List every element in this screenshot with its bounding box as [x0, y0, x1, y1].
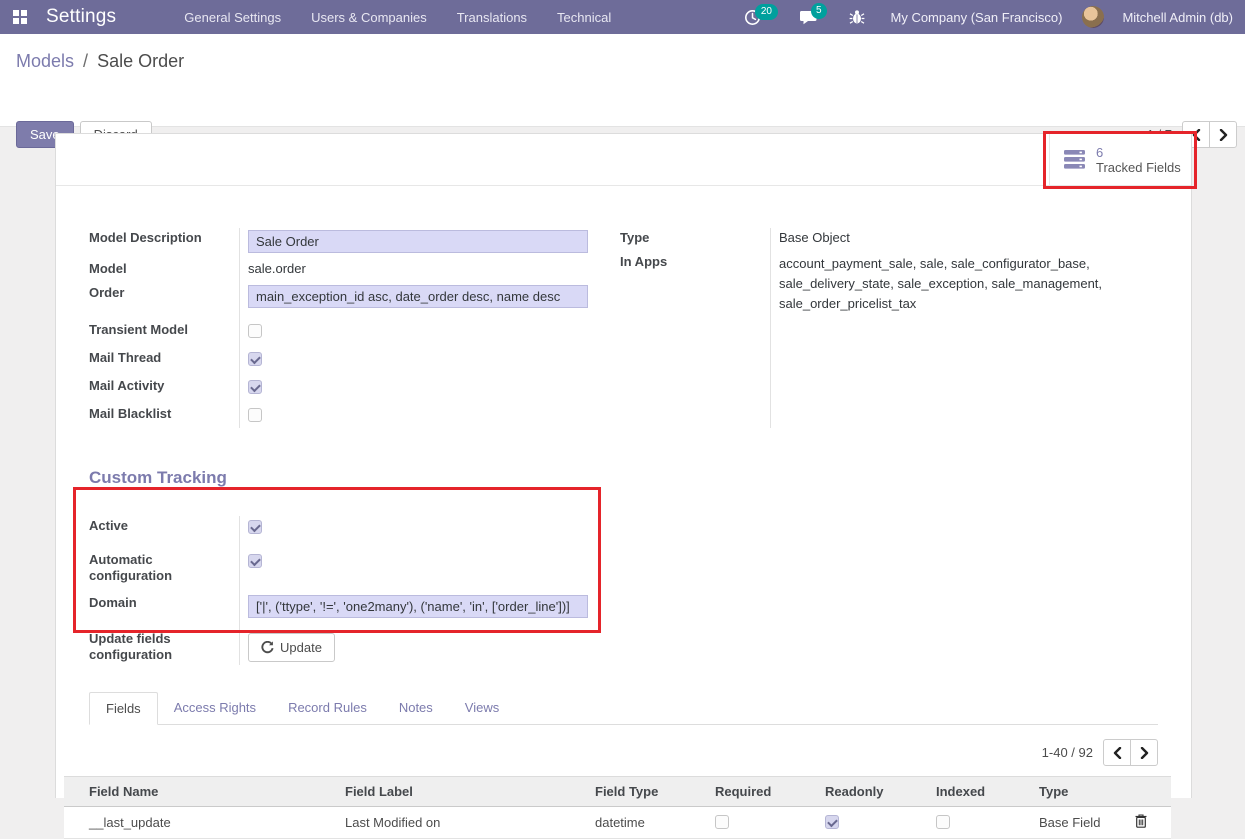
- custom-tracking-group: Active Automatic configuration Domain Up…: [89, 514, 586, 667]
- model-description-input[interactable]: [248, 230, 588, 253]
- transient-model-label: Transient Model: [89, 318, 239, 346]
- update-button[interactable]: Update: [248, 633, 335, 662]
- update-button-label: Update: [280, 640, 322, 656]
- user-avatar[interactable]: [1082, 6, 1104, 28]
- fields-pager-value: 1-40 / 92: [1042, 745, 1093, 760]
- type-value: Base Object: [770, 226, 1158, 250]
- main-menu: General Settings Users & Companies Trans…: [171, 1, 624, 34]
- fields-pager-previous-button[interactable]: [1103, 739, 1131, 766]
- fields-pager-next-button[interactable]: [1130, 739, 1158, 766]
- cell-readonly-checkbox[interactable]: [825, 815, 839, 829]
- top-navbar: Settings General Settings Users & Compan…: [0, 0, 1245, 34]
- update-fields-configuration-label: Update fields configuration: [89, 627, 239, 667]
- app-title[interactable]: Settings: [46, 6, 116, 28]
- model-description-label: Model Description: [89, 226, 239, 257]
- breadcrumb-separator: /: [79, 51, 92, 71]
- active-label: Active: [89, 514, 239, 542]
- tracked-fields-stat-button[interactable]: 6 Tracked Fields: [1049, 134, 1191, 185]
- column-indexed[interactable]: Indexed: [931, 777, 1034, 807]
- activities-button[interactable]: 20: [738, 5, 784, 30]
- fields-table-header-row: Field Name Field Label Field Type Requir…: [64, 777, 1171, 807]
- menu-users-companies[interactable]: Users & Companies: [298, 1, 440, 34]
- pager-next-button[interactable]: [1209, 121, 1237, 148]
- column-field-label[interactable]: Field Label: [340, 777, 590, 807]
- domain-label: Domain: [89, 591, 239, 622]
- model-settings-group: Model Description Model sale.order Order…: [89, 226, 586, 430]
- breadcrumb-models-link[interactable]: Models: [16, 51, 74, 71]
- order-input[interactable]: [248, 285, 588, 308]
- trash-icon: [1135, 814, 1147, 828]
- mail-thread-checkbox[interactable]: [248, 352, 262, 366]
- cell-field-label[interactable]: Last Modified on: [340, 807, 590, 839]
- tracked-fields-count: 6: [1096, 145, 1181, 160]
- chevron-right-icon: [1219, 129, 1228, 141]
- fields-list-pager: 1-40 / 92: [89, 725, 1158, 776]
- tab-fields[interactable]: Fields: [89, 692, 158, 725]
- button-box: 6 Tracked Fields: [56, 134, 1191, 186]
- model-label: Model: [89, 257, 239, 281]
- breadcrumb: Models / Sale Order: [16, 51, 184, 72]
- custom-tracking-title: Custom Tracking: [89, 468, 1158, 488]
- model-info-group: Type Base Object In Apps account_payment…: [620, 226, 1158, 430]
- automatic-configuration-label: Automatic configuration: [89, 548, 239, 588]
- in-apps-label: In Apps: [620, 250, 770, 318]
- model-value: sale.order: [239, 257, 586, 281]
- fields-table: Field Name Field Label Field Type Requir…: [64, 776, 1171, 839]
- tab-record-rules[interactable]: Record Rules: [272, 692, 383, 725]
- menu-translations[interactable]: Translations: [444, 1, 540, 34]
- refresh-icon: [261, 641, 274, 654]
- mail-blacklist-label: Mail Blacklist: [89, 402, 239, 430]
- column-field-name[interactable]: Field Name: [64, 777, 340, 807]
- menu-technical[interactable]: Technical: [544, 1, 624, 34]
- cell-indexed-checkbox[interactable]: [936, 815, 950, 829]
- chevron-right-icon: [1140, 747, 1149, 759]
- menu-general-settings[interactable]: General Settings: [171, 1, 294, 34]
- mail-activity-label: Mail Activity: [89, 374, 239, 402]
- tracked-fields-label: Tracked Fields: [1096, 160, 1181, 175]
- cell-field-type[interactable]: datetime: [590, 807, 710, 839]
- order-label: Order: [89, 281, 239, 312]
- tab-views[interactable]: Views: [449, 692, 515, 725]
- transient-model-checkbox[interactable]: [248, 324, 262, 338]
- notebook-tabs: Fields Access Rights Record Rules Notes …: [89, 692, 1158, 725]
- mail-blacklist-checkbox[interactable]: [248, 408, 262, 422]
- tracked-fields-icon: [1064, 150, 1087, 169]
- company-switcher[interactable]: My Company (San Francisco): [881, 10, 1073, 25]
- domain-input[interactable]: [248, 595, 588, 618]
- activity-count-badge: 20: [755, 4, 778, 20]
- mail-activity-checkbox[interactable]: [248, 380, 262, 394]
- breadcrumb-current: Sale Order: [97, 51, 184, 71]
- table-row[interactable]: __last_update Last Modified on datetime …: [64, 807, 1171, 839]
- systray: 20 5 My Company (San Francisco) Mitchell…: [738, 5, 1245, 30]
- column-field-type[interactable]: Field Type: [590, 777, 710, 807]
- form-sheet: 6 Tracked Fields Model Description Model…: [55, 133, 1192, 798]
- user-menu[interactable]: Mitchell Admin (db): [1122, 10, 1233, 25]
- control-panel: Models / Sale Order Save Discard 1 / 7: [0, 34, 1245, 127]
- column-readonly[interactable]: Readonly: [820, 777, 931, 807]
- column-type[interactable]: Type: [1034, 777, 1130, 807]
- messages-button[interactable]: 5: [794, 5, 833, 29]
- chevron-left-icon: [1113, 747, 1122, 759]
- column-required[interactable]: Required: [710, 777, 820, 807]
- cell-field-name[interactable]: __last_update: [64, 807, 340, 839]
- in-apps-value: account_payment_sale, sale, sale_configu…: [770, 250, 1158, 318]
- apps-grid-icon: [13, 10, 27, 24]
- active-checkbox[interactable]: [248, 520, 262, 534]
- chevron-left-icon: [1192, 129, 1201, 141]
- bug-icon: [849, 9, 865, 25]
- mail-thread-label: Mail Thread: [89, 346, 239, 374]
- tab-access-rights[interactable]: Access Rights: [158, 692, 272, 725]
- type-label: Type: [620, 226, 770, 250]
- automatic-configuration-checkbox[interactable]: [248, 554, 262, 568]
- cell-type[interactable]: Base Field: [1034, 807, 1130, 839]
- apps-menu-icon[interactable]: [0, 10, 40, 24]
- column-actions: [1130, 777, 1171, 807]
- tab-notes[interactable]: Notes: [383, 692, 449, 725]
- delete-row-button[interactable]: [1135, 814, 1147, 828]
- message-count-badge: 5: [811, 3, 827, 19]
- debug-button[interactable]: [843, 5, 871, 29]
- cell-required-checkbox[interactable]: [715, 815, 729, 829]
